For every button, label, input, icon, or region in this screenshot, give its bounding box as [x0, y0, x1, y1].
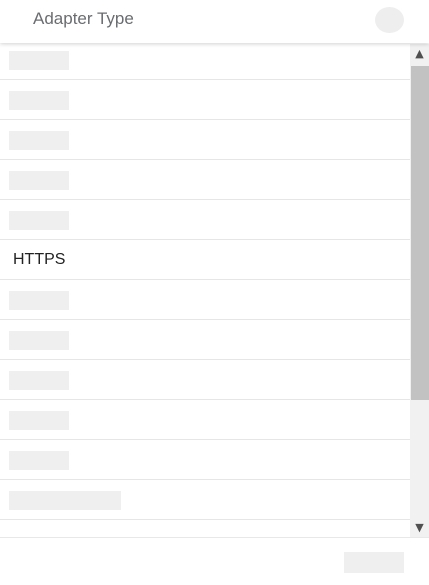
chevron-up-icon[interactable]: ▲	[410, 45, 429, 62]
list-item[interactable]	[0, 280, 410, 320]
loading-placeholder	[9, 451, 69, 470]
list-item[interactable]	[0, 320, 410, 360]
chevron-down-icon[interactable]: ▼	[410, 519, 429, 536]
loading-placeholder	[9, 291, 69, 310]
close-button[interactable]	[375, 7, 404, 33]
loading-placeholder	[9, 331, 69, 350]
adapter-type-list: HTTPS	[0, 44, 429, 537]
loading-placeholder	[9, 371, 69, 390]
list-item[interactable]	[0, 360, 410, 400]
list-item[interactable]	[0, 200, 410, 240]
list-item-https[interactable]: HTTPS	[0, 240, 410, 280]
list-item[interactable]	[0, 520, 410, 537]
list-item[interactable]	[0, 160, 410, 200]
list-item[interactable]	[0, 80, 410, 120]
list-item[interactable]	[0, 440, 410, 480]
dialog-header: Adapter Type	[0, 0, 429, 43]
list-item-label: HTTPS	[13, 251, 66, 268]
list-item[interactable]	[0, 480, 410, 520]
loading-placeholder	[9, 491, 121, 510]
list-item[interactable]	[0, 120, 410, 160]
loading-placeholder	[9, 131, 69, 150]
scroll-thumb[interactable]	[411, 66, 429, 400]
loading-placeholder	[9, 411, 69, 430]
loading-placeholder	[9, 91, 69, 110]
dialog-title: Adapter Type	[33, 9, 134, 28]
vertical-scrollbar[interactable]: ▲ ▼	[410, 44, 429, 537]
dialog-footer	[0, 537, 429, 585]
loading-placeholder	[9, 171, 69, 190]
loading-placeholder	[9, 51, 69, 70]
list-item[interactable]	[0, 400, 410, 440]
footer-button[interactable]	[344, 552, 404, 573]
loading-placeholder	[9, 211, 69, 230]
list-item[interactable]	[0, 44, 410, 80]
